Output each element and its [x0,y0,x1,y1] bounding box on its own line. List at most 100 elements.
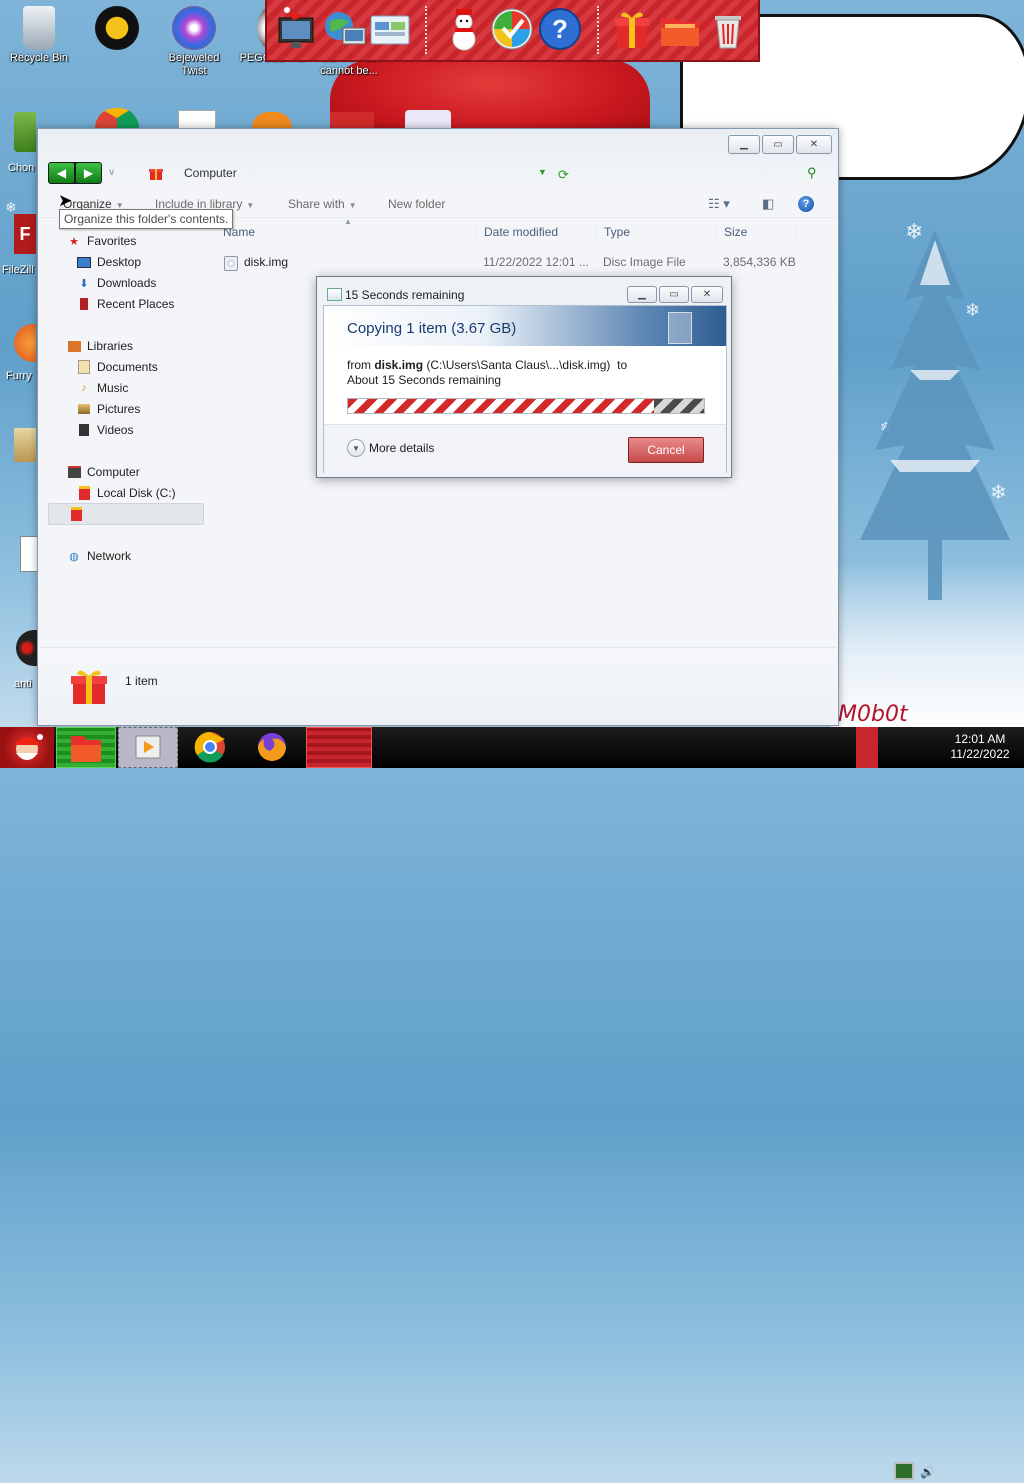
documents-icon [77,360,91,374]
nav-documents[interactable]: Documents [77,357,247,377]
dialog-title: 15 Seconds remaining [345,288,465,302]
refresh-icon[interactable]: ⟳ [558,167,569,183]
search-box[interactable]: ⚲ [589,162,829,184]
snowman-icon[interactable] [441,6,487,52]
dock-bar: ? [265,0,760,62]
dialog-minimize-button[interactable]: ▁ [627,286,657,303]
file-row[interactable]: disk.img 11/22/2022 12:01 ... Disc Image… [224,253,824,273]
column-separator[interactable] [476,221,477,243]
nav-recent-places[interactable]: Recent Places [77,294,247,314]
desktop-icon-chon[interactable]: Chon [0,110,37,180]
aim-icon [95,6,139,50]
clock-date: 11/22/2022 [950,747,1010,761]
windows-update-icon[interactable] [489,6,535,52]
nav-libraries[interactable]: Libraries [67,336,237,356]
desktop-icon-orange-partial[interactable] [252,112,292,128]
cancel-button[interactable]: Cancel [628,437,704,463]
tray-flag-area[interactable] [856,727,878,768]
desktop-icon-left-5[interactable] [0,524,38,594]
column-header-type[interactable]: Type [604,225,630,239]
taskbar-media-button[interactable] [118,727,178,768]
tray-volume-icon[interactable]: 🔊 [920,1465,935,1479]
column-separator[interactable] [596,221,597,243]
maximize-icon: ▭ [669,289,679,300]
back-button[interactable]: ◀ [49,163,74,183]
dialog-close-button[interactable]: ✕ [691,286,723,303]
address-dropdown-icon[interactable]: ▼ [538,167,547,177]
desktop-icon-left-4[interactable] [0,426,37,496]
help-button[interactable]: ? [798,196,814,212]
dialog-maximize-button[interactable]: ▭ [659,286,689,303]
nav-drive-e[interactable] [48,503,204,525]
desktop-icon-anti[interactable]: anti [0,630,38,696]
search-icon[interactable]: ⚲ [807,165,817,181]
progress-bar [347,398,705,414]
item-count: 1 item [125,674,158,688]
maximize-button[interactable]: ▭ [762,135,794,154]
minimize-button[interactable]: ▁ [728,135,760,154]
gift-drive-icon [77,486,91,500]
desktop-icon-bejeweled[interactable]: Bejeweled Twist [159,6,229,78]
nav-label: Desktop [97,255,142,269]
taskbar-explorer-button[interactable] [56,727,116,768]
control-panel-icon[interactable] [367,6,413,52]
address-bar[interactable]: Computer [138,162,586,184]
star-icon: ★ [69,235,79,248]
desktop-icon-recycle-bin[interactable]: Recycle Bin [4,6,74,65]
nav-label: Network [87,549,132,563]
computer-icon [67,465,81,479]
firefox-icon [258,733,286,761]
column-header-size[interactable]: Size [724,225,747,239]
desktop-icon-doc-partial[interactable] [178,110,216,129]
recent-pages-dropdown[interactable]: ∨ [108,167,115,178]
nav-network[interactable]: ◍ Network [67,546,237,566]
taskbar-chrome-button[interactable] [180,727,240,768]
folder-icon[interactable] [657,6,703,52]
nav-local-disk-c[interactable]: Local Disk (C:) [77,483,247,503]
trash-can-icon[interactable] [705,6,751,52]
dialog-footer: ▼ More details Cancel [324,424,726,473]
start-button[interactable] [0,727,54,768]
minimize-icon: ▁ [740,139,748,150]
desktop-icon-bunny-partial[interactable] [405,110,451,128]
column-separator[interactable] [796,221,797,243]
gift-box-icon[interactable] [609,6,655,52]
globe-network-icon[interactable] [321,6,367,52]
share-with-menu[interactable]: Share with ▼ [288,197,357,211]
desktop-icon-rev-partial[interactable] [330,112,374,128]
nav-downloads[interactable]: ⬇ Downloads [77,273,247,293]
taskbar-clock[interactable]: 12:01 AM 11/22/2022 [940,732,1020,762]
desktop-icon-aim[interactable] [82,6,152,52]
navigation-pane: ★ Favorites Desktop ⬇ Downloads Recent Pla… [39,221,209,661]
new-folder-button[interactable]: New folder [388,197,445,211]
source-file-link[interactable]: disk.img [374,358,423,372]
nav-desktop[interactable]: Desktop [77,252,247,272]
nav-label: Documents [97,360,158,374]
nav-favorites[interactable]: ★ Favorites [67,231,237,251]
preview-pane-icon[interactable]: ◧ [762,196,774,212]
more-details-toggle[interactable]: ▼ More details [347,439,434,457]
santa-monitor-icon[interactable] [275,6,321,52]
nav-videos[interactable]: Videos [77,420,247,440]
search-input[interactable] [589,165,807,181]
taskbar-firefox-button[interactable] [242,727,302,768]
nav-computer[interactable]: Computer [67,462,237,482]
nav-pictures[interactable]: Pictures [77,399,247,419]
desktop-icon-chrome-partial[interactable] [95,108,139,128]
close-button[interactable]: ✕ [796,135,832,154]
help-icon[interactable]: ? [537,6,583,52]
column-separator[interactable] [716,221,717,243]
tray-network-icon[interactable] [894,1462,914,1483]
desktop-icon-furry[interactable]: Furry [0,322,37,392]
nav-music[interactable]: ♪ Music [77,378,247,398]
desktop-watermark: M0b0t [838,702,908,727]
desktop-icon-filezilla[interactable]: F FileZill [0,212,37,282]
column-header-date[interactable]: Date modified [484,225,558,239]
file-type: Disc Image File [603,255,686,269]
breadcrumb-computer[interactable]: Computer [184,166,237,180]
forward-button[interactable]: ▶ [76,163,101,183]
taskbar-active-window-button[interactable] [306,727,372,768]
disc-image-icon [224,256,238,271]
view-options-icon[interactable]: ☷ ▾ [708,196,730,212]
music-icon: ♪ [81,382,87,394]
